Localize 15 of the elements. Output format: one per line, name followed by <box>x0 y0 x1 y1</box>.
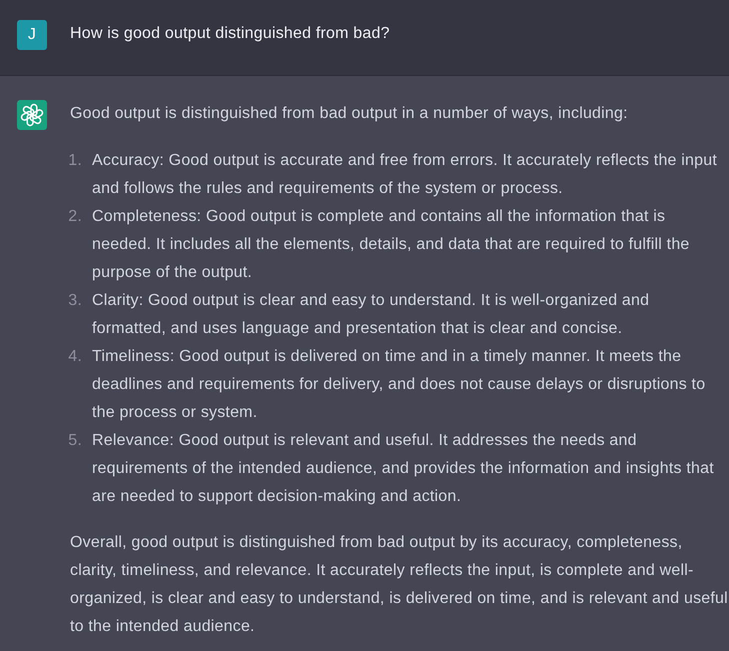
list-number: 3. <box>68 291 82 311</box>
list-item-text: Completeness: Good output is complete and contains all the information that is needed. It includes all the elements, details, and data that are required to fulfill the purpose of the output. <box>92 207 691 283</box>
list-item-text: Relevance: Good output is relevant and useful. It addresses the needs and requirements of the intended audience, and provides the information and insights that are needed to support decision-making and action. <box>92 431 715 507</box>
answer-intro: Good output is distinguished from bad output in a number of ways, including: <box>70 104 629 124</box>
logo-icon <box>17 100 47 130</box>
user-avatar: J <box>17 20 47 50</box>
list-item-text: Accuracy: Good output is accurate and free from errors. It accurately reflects the input and follows the rules and requirements of the system or process. <box>92 151 718 199</box>
answer-conclusion: Overall, good output is distinguished from bad output by its accuracy, completeness, clarity, timeliness, and relevance. It accurately reflects the input, is complete and well-organized, is clear and easy to understand, is delivered on time, and is relevant and useful to the intended audience. <box>70 533 729 637</box>
list-number: 5. <box>68 431 82 451</box>
list-item-text: Clarity: Good output is clear and easy to understand. It is well-organized and formatted, and uses language and presentation that is clear and concise. <box>92 291 650 339</box>
list-number: 1. <box>68 151 82 171</box>
list-item-text: Timeliness: Good output is delivered on time and in a timely manner. It meets the deadlines and requirements for delivery, and does not cause delays or disruptions to the process or system. <box>92 347 706 423</box>
list-number: 2. <box>68 207 82 227</box>
user-question: How is good output distinguished from bad? <box>70 24 391 44</box>
list-number: 4. <box>68 347 82 367</box>
